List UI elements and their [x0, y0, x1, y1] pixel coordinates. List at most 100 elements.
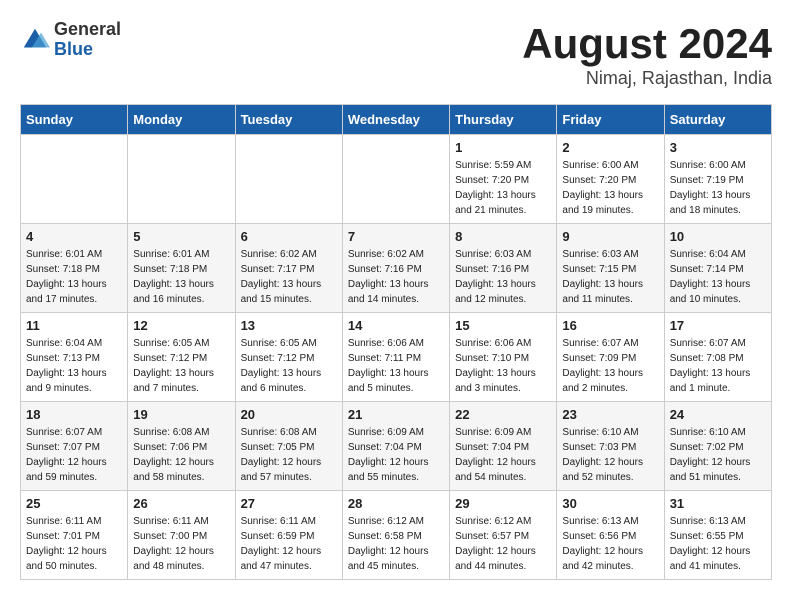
day-info: Sunrise: 6:05 AM Sunset: 7:12 PM Dayligh… — [133, 336, 229, 396]
logo-text: General Blue — [54, 20, 121, 60]
day-info: Sunrise: 6:03 AM Sunset: 7:15 PM Dayligh… — [562, 247, 658, 307]
calendar-cell: 5 Sunrise: 6:01 AM Sunset: 7:18 PM Daylig… — [128, 224, 235, 313]
day-number: 30 — [562, 496, 658, 511]
day-info: Sunrise: 6:09 AM Sunset: 7:04 PM Dayligh… — [455, 425, 551, 485]
day-number: 24 — [670, 407, 766, 422]
calendar-cell — [235, 135, 342, 224]
day-info: Sunrise: 6:01 AM Sunset: 7:18 PM Dayligh… — [26, 247, 122, 307]
calendar-cell: 4 Sunrise: 6:01 AM Sunset: 7:18 PM Daylig… — [21, 224, 128, 313]
day-info: Sunrise: 6:06 AM Sunset: 7:10 PM Dayligh… — [455, 336, 551, 396]
calendar-cell: 9 Sunrise: 6:03 AM Sunset: 7:15 PM Daylig… — [557, 224, 664, 313]
day-number: 10 — [670, 229, 766, 244]
calendar-cell: 15Sunrise: 6:06 AM Sunset: 7:10 PM Dayli… — [450, 313, 557, 402]
calendar-cell: 16 Sunrise: 6:07 AM Sunset: 7:09 PM Dayli… — [557, 313, 664, 402]
day-number: 28 — [348, 496, 444, 511]
day-number: 11 — [26, 318, 122, 333]
calendar-cell: 8 Sunrise: 6:03 AM Sunset: 7:16 PM Daylig… — [450, 224, 557, 313]
day-number: 3 — [670, 140, 766, 155]
logo-blue-text: Blue — [54, 40, 121, 60]
day-number: 4 — [26, 229, 122, 244]
calendar-cell: 17Sunrise: 6:07 AM Sunset: 7:08 PM Dayli… — [664, 313, 771, 402]
calendar-cell: 27 Sunrise: 6:11 AM Sunset: 6:59 PM Dayli… — [235, 491, 342, 580]
day-info: Sunrise: 6:07 AM Sunset: 7:09 PM Dayligh… — [562, 336, 658, 396]
day-number: 19 — [133, 407, 229, 422]
day-info: Sunrise: 6:10 AM Sunset: 7:02 PM Dayligh… — [670, 425, 766, 485]
day-number: 13 — [241, 318, 337, 333]
calendar-cell: 11 Sunrise: 6:04 AM Sunset: 7:13 PM Dayli… — [21, 313, 128, 402]
day-info: Sunrise: 6:02 AM Sunset: 7:16 PM Dayligh… — [348, 247, 444, 307]
calendar-cell: 7 Sunrise: 6:02 AM Sunset: 7:16 PM Daylig… — [342, 224, 449, 313]
day-info: Sunrise: 6:07 AM Sunset: 7:07 PM Dayligh… — [26, 425, 122, 485]
weekday-header-thursday: Thursday — [450, 105, 557, 135]
calendar-cell — [128, 135, 235, 224]
logo-icon — [20, 25, 50, 55]
day-number: 22 — [455, 407, 551, 422]
weekday-header-sunday: Sunday — [21, 105, 128, 135]
day-info: Sunrise: 6:11 AM Sunset: 7:00 PM Dayligh… — [133, 514, 229, 574]
day-info: Sunrise: 6:11 AM Sunset: 6:59 PM Dayligh… — [241, 514, 337, 574]
calendar-cell — [21, 135, 128, 224]
day-info: Sunrise: 6:06 AM Sunset: 7:11 PM Dayligh… — [348, 336, 444, 396]
calendar-cell: 19 Sunrise: 6:08 AM Sunset: 7:06 PM Dayli… — [128, 402, 235, 491]
calendar-cell: 2Sunrise: 6:00 AM Sunset: 7:20 PM Daylig… — [557, 135, 664, 224]
day-info: Sunrise: 6:13 AM Sunset: 6:55 PM Dayligh… — [670, 514, 766, 574]
day-number: 5 — [133, 229, 229, 244]
day-number: 23 — [562, 407, 658, 422]
day-number: 31 — [670, 496, 766, 511]
calendar-cell: 14 Sunrise: 6:06 AM Sunset: 7:11 PM Dayli… — [342, 313, 449, 402]
day-info: Sunrise: 6:11 AM Sunset: 7:01 PM Dayligh… — [26, 514, 122, 574]
day-info: Sunrise: 5:59 AM Sunset: 7:20 PM Dayligh… — [455, 158, 551, 218]
day-info: Sunrise: 6:10 AM Sunset: 7:03 PM Dayligh… — [562, 425, 658, 485]
day-number: 14 — [348, 318, 444, 333]
calendar-cell: 22 Sunrise: 6:09 AM Sunset: 7:04 PM Dayli… — [450, 402, 557, 491]
day-info: Sunrise: 6:00 AM Sunset: 7:19 PM Dayligh… — [670, 158, 766, 218]
day-number: 8 — [455, 229, 551, 244]
day-info: Sunrise: 6:07 AM Sunset: 7:08 PM Dayligh… — [670, 336, 766, 396]
calendar-cell: 30Sunrise: 6:13 AM Sunset: 6:56 PM Dayli… — [557, 491, 664, 580]
page-header: General Blue August 2024 Nimaj, Rajastha… — [20, 20, 772, 89]
day-info: Sunrise: 6:04 AM Sunset: 7:14 PM Dayligh… — [670, 247, 766, 307]
day-number: 26 — [133, 496, 229, 511]
day-info: Sunrise: 6:04 AM Sunset: 7:13 PM Dayligh… — [26, 336, 122, 396]
day-number: 27 — [241, 496, 337, 511]
calendar-week-row: 4 Sunrise: 6:01 AM Sunset: 7:18 PM Daylig… — [21, 224, 772, 313]
weekday-header-saturday: Saturday — [664, 105, 771, 135]
weekday-header-wednesday: Wednesday — [342, 105, 449, 135]
calendar-cell: 12Sunrise: 6:05 AM Sunset: 7:12 PM Dayli… — [128, 313, 235, 402]
weekday-header-row: SundayMondayTuesdayWednesdayThursdayFrid… — [21, 105, 772, 135]
day-number: 29 — [455, 496, 551, 511]
calendar-week-row: 1 Sunrise: 5:59 AM Sunset: 7:20 PM Daylig… — [21, 135, 772, 224]
day-number: 7 — [348, 229, 444, 244]
day-info: Sunrise: 6:03 AM Sunset: 7:16 PM Dayligh… — [455, 247, 551, 307]
calendar-cell: 23 Sunrise: 6:10 AM Sunset: 7:03 PM Dayli… — [557, 402, 664, 491]
day-info: Sunrise: 6:12 AM Sunset: 6:57 PM Dayligh… — [455, 514, 551, 574]
day-number: 20 — [241, 407, 337, 422]
calendar-cell: 28 Sunrise: 6:12 AM Sunset: 6:58 PM Dayli… — [342, 491, 449, 580]
calendar-cell: 3 Sunrise: 6:00 AM Sunset: 7:19 PM Daylig… — [664, 135, 771, 224]
calendar-cell: 26 Sunrise: 6:11 AM Sunset: 7:00 PM Dayli… — [128, 491, 235, 580]
day-number: 1 — [455, 140, 551, 155]
day-info: Sunrise: 6:01 AM Sunset: 7:18 PM Dayligh… — [133, 247, 229, 307]
day-number: 9 — [562, 229, 658, 244]
calendar-cell: 31 Sunrise: 6:13 AM Sunset: 6:55 PM Dayli… — [664, 491, 771, 580]
calendar-cell: 10 Sunrise: 6:04 AM Sunset: 7:14 PM Dayli… — [664, 224, 771, 313]
day-info: Sunrise: 6:09 AM Sunset: 7:04 PM Dayligh… — [348, 425, 444, 485]
calendar-cell: 29 Sunrise: 6:12 AM Sunset: 6:57 PM Dayli… — [450, 491, 557, 580]
day-info: Sunrise: 6:08 AM Sunset: 7:06 PM Dayligh… — [133, 425, 229, 485]
calendar-cell: 6Sunrise: 6:02 AM Sunset: 7:17 PM Daylig… — [235, 224, 342, 313]
weekday-header-friday: Friday — [557, 105, 664, 135]
day-info: Sunrise: 6:00 AM Sunset: 7:20 PM Dayligh… — [562, 158, 658, 218]
calendar-cell: 25Sunrise: 6:11 AM Sunset: 7:01 PM Dayli… — [21, 491, 128, 580]
calendar-cell: 20Sunrise: 6:08 AM Sunset: 7:05 PM Dayli… — [235, 402, 342, 491]
calendar-week-row: 18 Sunrise: 6:07 AM Sunset: 7:07 PM Dayli… — [21, 402, 772, 491]
logo: General Blue — [20, 20, 121, 60]
calendar-week-row: 25Sunrise: 6:11 AM Sunset: 7:01 PM Dayli… — [21, 491, 772, 580]
calendar-week-row: 11 Sunrise: 6:04 AM Sunset: 7:13 PM Dayli… — [21, 313, 772, 402]
location-subtitle: Nimaj, Rajasthan, India — [522, 68, 772, 89]
day-info: Sunrise: 6:12 AM Sunset: 6:58 PM Dayligh… — [348, 514, 444, 574]
month-title: August 2024 — [522, 20, 772, 68]
day-number: 16 — [562, 318, 658, 333]
day-number: 21 — [348, 407, 444, 422]
calendar-cell: 21 Sunrise: 6:09 AM Sunset: 7:04 PM Dayli… — [342, 402, 449, 491]
day-number: 18 — [26, 407, 122, 422]
